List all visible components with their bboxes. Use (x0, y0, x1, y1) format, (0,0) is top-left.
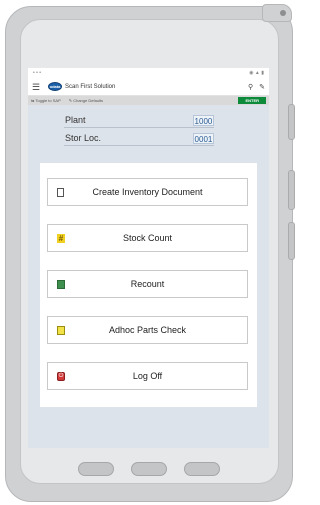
device-home-button[interactable] (131, 462, 167, 476)
stor-loc-input[interactable]: 0001 (192, 132, 214, 144)
device-top-tab (262, 4, 292, 22)
plant-label: Plant (65, 115, 86, 125)
plant-input[interactable]: 1000 (192, 114, 214, 126)
side-button-middle[interactable] (288, 170, 295, 210)
side-button-upper[interactable] (288, 104, 295, 140)
toggle-to-sap-label: Toggle to SAP (35, 98, 61, 103)
grid-count-icon: # (57, 234, 65, 243)
app-screen: • • • ◉ ▲ ▮ ☰ odata Scan First Solution … (28, 68, 269, 448)
power-off-icon: ⏻ (57, 372, 65, 381)
status-indicators: ◉ ▲ ▮ (249, 70, 264, 76)
pencil-icon[interactable]: ✎ (259, 83, 265, 91)
enter-button[interactable]: ENTER (238, 97, 266, 104)
action-toolbar: ⇆ Toggle to SAP ✎ Change Defaults ENTER (28, 96, 269, 105)
app-title: Scan First Solution (65, 83, 116, 90)
menu-label: Recount (130, 279, 165, 289)
log-off-button[interactable]: ⏻ Log Off (47, 362, 248, 390)
note-icon (57, 326, 65, 335)
create-inventory-document-button[interactable]: Create Inventory Document (47, 178, 248, 206)
device-back-button[interactable] (78, 462, 114, 476)
header-fields: Plant 1000 Stor Loc. 0001 (64, 113, 214, 149)
device-nav-buttons (64, 462, 234, 478)
stock-count-button[interactable]: # Stock Count (47, 224, 248, 252)
stor-loc-field-row: Stor Loc. 0001 (64, 131, 214, 146)
status-bar: • • • ◉ ▲ ▮ (28, 68, 269, 78)
adhoc-parts-check-button[interactable]: Adhoc Parts Check (47, 316, 248, 344)
menu-label: Stock Count (122, 233, 173, 243)
menu-panel: Create Inventory Document # Stock Count … (40, 163, 257, 407)
stor-loc-label: Stor Loc. (65, 133, 102, 143)
recount-button[interactable]: Recount (47, 270, 248, 298)
app-logo: odata (48, 82, 62, 91)
status-dots: • • • (33, 70, 42, 76)
menu-label: Adhoc Parts Check (108, 325, 187, 335)
menu-label: Create Inventory Document (92, 187, 203, 197)
plant-field-row: Plant 1000 (64, 113, 214, 128)
device-recent-button[interactable] (184, 462, 220, 476)
toggle-to-sap-button[interactable]: ⇆ Toggle to SAP (31, 98, 61, 103)
hamburger-menu-icon[interactable]: ☰ (32, 82, 42, 92)
change-defaults-button[interactable]: ✎ Change Defaults (69, 98, 103, 103)
document-icon (57, 188, 64, 197)
app-bar: ☰ odata Scan First Solution ⚲ ✎ (28, 78, 269, 96)
side-button-lower[interactable] (288, 222, 295, 260)
menu-label: Log Off (132, 371, 163, 381)
clipboard-icon (57, 280, 65, 289)
change-defaults-label: Change Defaults (73, 98, 104, 103)
search-icon[interactable]: ⚲ (248, 83, 253, 91)
